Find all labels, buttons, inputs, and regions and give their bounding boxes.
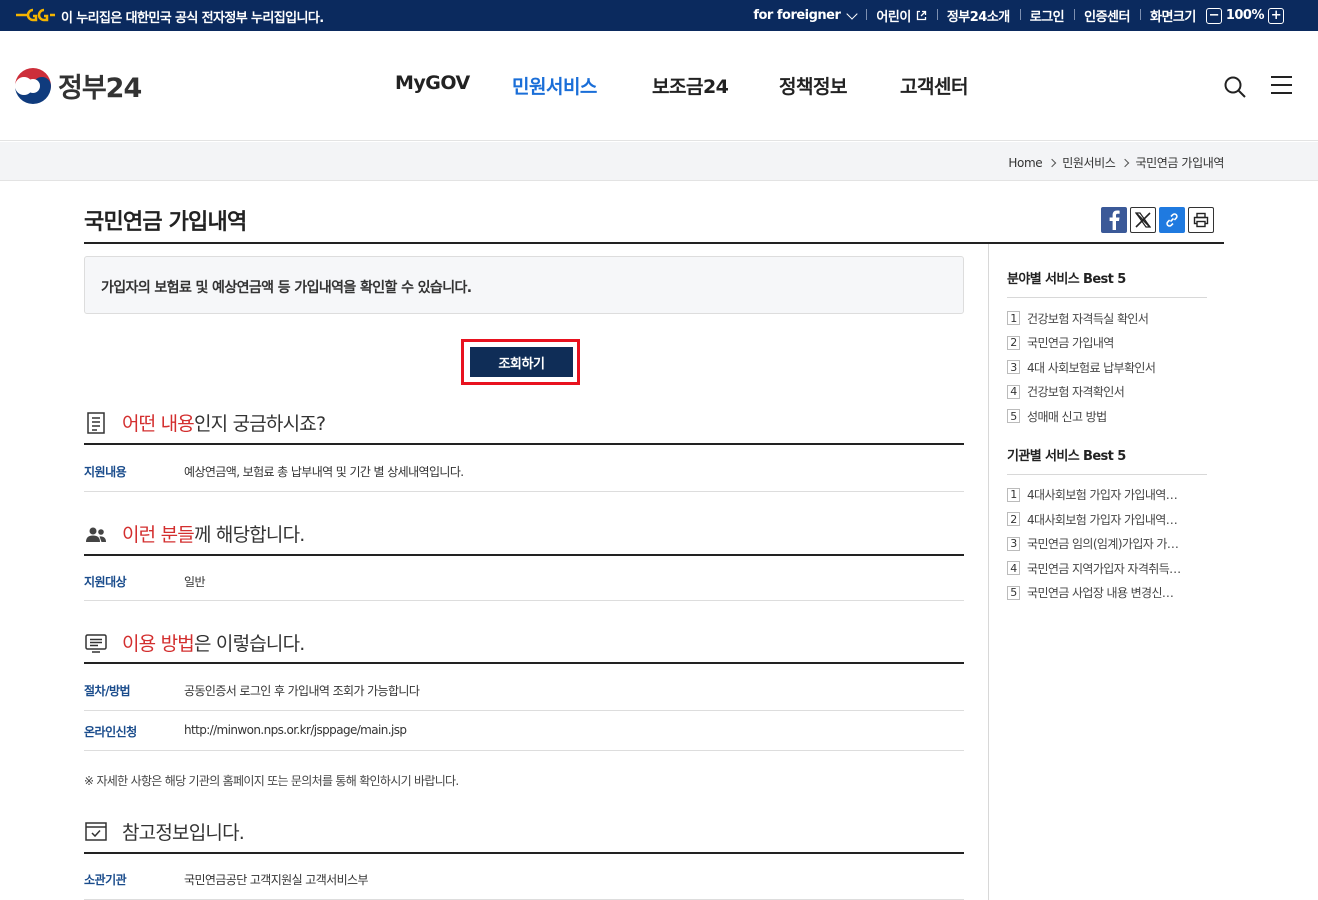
section-ref-title: 참고정보입니다. [122, 822, 245, 844]
link-icon [1166, 213, 1178, 227]
x-logo-icon [1134, 212, 1152, 228]
list-item[interactable]: 3 국민연금 임의(임계)가입자 가… [1007, 532, 1207, 557]
nav-mygov[interactable]: MyGOV [395, 72, 470, 94]
share-toolbar [1101, 207, 1214, 233]
nav-policy-info[interactable]: 정책정보 [779, 72, 847, 99]
table-row: 지원대상 일반 [84, 556, 964, 601]
row-key: 온라인신청 [84, 725, 137, 739]
nav-customer-center[interactable]: 고객센터 [900, 72, 968, 99]
table-row: 지원내용 예상연금액, 보험료 총 납부내역 및 기간 별 상세내역입니다. [84, 445, 964, 492]
section-how-rest: 은 이렇습니다. [193, 633, 305, 655]
row-key: 소관기관 [84, 873, 127, 887]
people-icon [86, 527, 106, 542]
online-application-link[interactable]: http://minwon.nps.or.kr/jsppage/main.jsp [184, 723, 407, 737]
zoom-label: 화면크기 [1149, 10, 1196, 25]
sidebar-field-title: 분야별 서비스 Best 5 [1007, 268, 1207, 298]
field-best-list: 1 건강보험 자격득실 확인서 2 국민연금 가입내역 3 4대 사회보험료 납부확인… [1007, 306, 1207, 429]
table-row: 소관기관 국민연금공단 고객지원실 고객서비스부 [84, 854, 964, 900]
section-what-highlight: 어떤 내용 [122, 413, 195, 435]
list-item[interactable]: 1 건강보험 자격득실 확인서 [1007, 306, 1207, 331]
service-intro-box: 가입자의 보험료 및 예상연금액 등 가입내역을 확인할 수 있습니다. [84, 256, 964, 314]
row-value: 일반 [184, 575, 205, 589]
document-icon [87, 411, 105, 434]
lookup-button[interactable]: 조회하기 [470, 347, 573, 377]
login-label: 로그인 [1029, 10, 1065, 25]
cert-center-link[interactable]: 인증센터 [1074, 6, 1140, 25]
nav-civil-service[interactable]: 민원서비스 [512, 72, 597, 99]
monitor-list-icon [85, 633, 107, 653]
search-icon[interactable] [1223, 75, 1247, 99]
list-item[interactable]: 4 건강보험 자격확인서 [1007, 380, 1207, 405]
list-item[interactable]: 5 국민연금 사업장 내용 변경신… [1007, 581, 1207, 606]
zoom-control: 화면크기 − 100% + [1139, 6, 1294, 25]
utility-menu: for foreigner 어린이 정부24소개 로그인 인증센터 화면크기 −… [743, 0, 1294, 31]
section-ref-heading: 참고정보입니다. [84, 818, 245, 845]
chevron-right-icon [1048, 158, 1057, 167]
service-intro-text: 가입자의 보험료 및 예상연금액 등 가입내역을 확인할 수 있습니다. [101, 280, 472, 296]
breadcrumb-home[interactable]: Home [1008, 156, 1042, 170]
about-label: 정부24소개 [946, 10, 1010, 25]
zoom-in-button[interactable]: + [1268, 7, 1284, 24]
checklist-icon [85, 821, 107, 841]
page-title: 국민연금 가입내역 [84, 210, 247, 235]
section-what-heading: 어떤 내용인지 궁금하시죠? [84, 409, 326, 436]
gov-banner: 이 누리집은 대한민국 공식 전자정부 누리집입니다. for foreigne… [0, 0, 1318, 31]
breadcrumb-bar: Home 민원서비스 국민연금 가입내역 [0, 142, 1318, 181]
list-item[interactable]: 1 4대사회보험 가입자 가입내역… [1007, 483, 1207, 508]
zoom-value: 100% [1225, 8, 1265, 23]
print-icon [1193, 212, 1209, 228]
list-item[interactable]: 2 국민연금 가입내역 [1007, 331, 1207, 356]
zoom-out-button[interactable]: − [1205, 7, 1222, 24]
foreigner-label: for foreigner [753, 8, 841, 23]
facebook-icon [1109, 210, 1120, 230]
breadcrumb-current: 국민연금 가입내역 [1135, 156, 1224, 170]
chevron-down-icon [846, 7, 859, 20]
print-button[interactable] [1188, 207, 1214, 233]
list-item[interactable]: 4 국민연금 지역가입자 자격취득… [1007, 556, 1207, 581]
title-divider [84, 242, 1224, 244]
section-who-highlight: 이런 분들 [122, 524, 195, 546]
row-key: 지원내용 [84, 465, 127, 479]
section-how-highlight: 이용 방법 [122, 633, 195, 655]
egov-mark-icon [16, 8, 55, 22]
kids-link[interactable]: 어린이 [866, 6, 936, 25]
section-what-rest: 인지 궁금하시죠? [193, 413, 326, 435]
x-share-button[interactable] [1130, 207, 1156, 233]
contact-note: ※ 자세한 사항은 해당 기관의 홈페이지 또는 문의처를 통해 확인하시기 바… [84, 774, 459, 788]
section-how-heading: 이용 방법은 이렇습니다. [84, 629, 305, 656]
hamburger-menu-icon[interactable] [1271, 76, 1293, 96]
sidebar-agency-title: 기관별 서비스 Best 5 [1007, 445, 1207, 475]
cert-label: 인증센터 [1084, 10, 1130, 25]
list-item[interactable]: 5 성매매 신고 방법 [1007, 404, 1207, 429]
gov-notice: 이 누리집은 대한민국 공식 전자정부 누리집입니다. [61, 11, 324, 26]
table-row: 온라인신청 http://minwon.nps.or.kr/jsppage/ma… [84, 711, 964, 751]
nav-subsidy24[interactable]: 보조금24 [652, 72, 729, 99]
chevron-right-icon [1121, 158, 1130, 167]
row-value: 국민연금공단 고객지원실 고객서비스부 [184, 873, 369, 887]
row-key: 지원대상 [84, 575, 127, 589]
kids-label: 어린이 [876, 10, 911, 25]
section-who-rest: 께 해당합니다. [193, 524, 305, 546]
breadcrumb: Home 민원서비스 국민연금 가입내역 [1008, 154, 1224, 171]
sidebar: 분야별 서비스 Best 5 1 건강보험 자격득실 확인서 2 국민연금 가입내역… [1007, 268, 1207, 605]
about-link[interactable]: 정부24소개 [936, 6, 1020, 25]
table-row: 절차/방법 공동인증서 로그인 후 가입내역 조회가 가능합니다 [84, 664, 964, 711]
main-navigation: MyGOV 민원서비스 보조금24 정책정보 고객센터 [0, 72, 1318, 102]
section-who-heading: 이런 분들께 해당합니다. [84, 520, 305, 547]
row-value: 예상연금액, 보험료 총 납부내역 및 기간 별 상세내역입니다. [184, 465, 464, 479]
external-link-icon [916, 10, 926, 21]
breadcrumb-civil-service[interactable]: 민원서비스 [1062, 154, 1116, 171]
site-header: 정부24 MyGOV 민원서비스 보조금24 정책정보 고객센터 [0, 31, 1318, 141]
row-key: 절차/방법 [84, 684, 131, 698]
list-item[interactable]: 3 4대 사회보험료 납부확인서 [1007, 355, 1207, 380]
row-value: 공동인증서 로그인 후 가입내역 조회가 가능합니다 [184, 684, 420, 698]
foreigner-link[interactable]: for foreigner [743, 7, 866, 23]
facebook-share-button[interactable] [1101, 207, 1127, 233]
list-item[interactable]: 2 4대사회보험 가입자 가입내역… [1007, 507, 1207, 532]
agency-best-list: 1 4대사회보험 가입자 가입내역… 2 4대사회보험 가입자 가입내역… 3 국민연… [1007, 483, 1207, 606]
copy-link-button[interactable] [1159, 207, 1185, 233]
login-link[interactable]: 로그인 [1019, 6, 1074, 25]
sidebar-divider [988, 244, 989, 900]
